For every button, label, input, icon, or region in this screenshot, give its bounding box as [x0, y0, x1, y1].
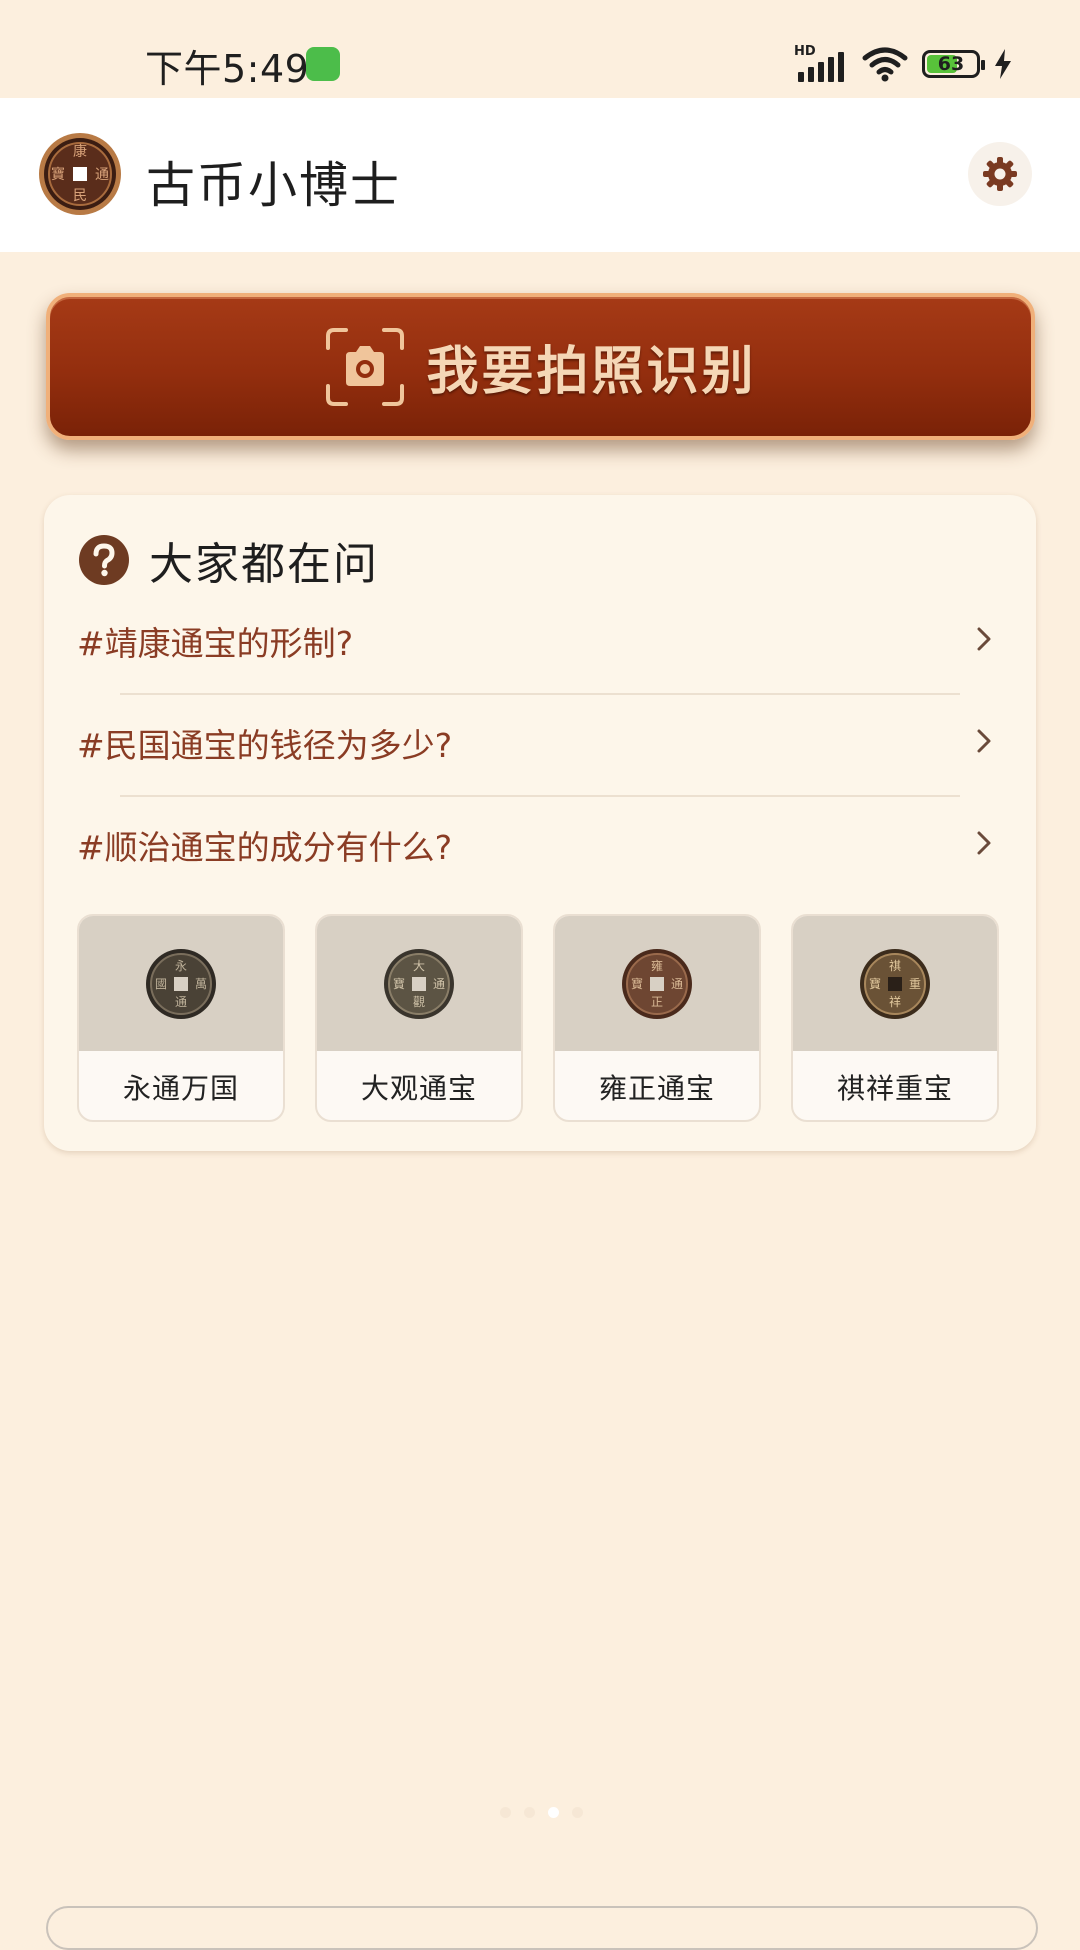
faq-card: 大家都在问 #靖康通宝的形制? #民国通宝的钱径为多少? #顺治通宝的成分有什么… [44, 495, 1036, 1151]
svg-text:寶: 寶 [51, 167, 65, 183]
coin-grid: 永 通 國 萬 永通万国 大 觀 寶 通 大观通宝 雍 正 寶 通 雍正通宝 祺… [77, 914, 999, 1122]
coin-name: 祺祥重宝 [836, 1071, 953, 1105]
app-title: 古币小博士 [146, 157, 402, 214]
coin-name: 大观通宝 [360, 1071, 477, 1105]
page-dot-active[interactable] [548, 1807, 559, 1818]
faq-item[interactable]: #民国通宝的钱径为多少? [44, 691, 1036, 791]
ancient-coin-logo-icon: 康 民 寶 通 [39, 133, 121, 215]
help-icon [79, 535, 129, 585]
faq-item-text: #靖康通宝的形制? [77, 624, 354, 663]
faq-item-text: #顺治通宝的成分有什么? [77, 828, 453, 867]
coin-icon: 大 觀 寶 通 [384, 948, 454, 1019]
svg-text:重: 重 [909, 977, 921, 991]
svg-text:大: 大 [413, 959, 425, 973]
wifi-icon [862, 47, 908, 82]
svg-text:寶: 寶 [631, 976, 643, 991]
coin-image: 大 觀 寶 通 [317, 916, 521, 1051]
svg-text:通: 通 [433, 977, 445, 991]
status-time: 下午5:49 [145, 47, 310, 91]
charging-bolt-icon [995, 49, 1011, 79]
status-icons: HD 63 [794, 42, 1012, 86]
photo-identify-label: 我要拍照识别 [426, 342, 757, 402]
page-dot[interactable] [572, 1807, 583, 1818]
status-bar: 下午5:49 HD 63 [0, 0, 1080, 98]
faq-header: 大家都在问 [79, 528, 379, 592]
cellular-signal-icon: HD [794, 44, 848, 84]
coin-tile[interactable]: 大 觀 寶 通 大观通宝 [315, 914, 523, 1122]
coin-icon: 祺 祥 寶 重 [860, 948, 930, 1019]
page-indicator [500, 1807, 583, 1818]
camera-icon [326, 327, 405, 406]
chevron-right-icon [977, 627, 991, 651]
svg-text:寶: 寶 [393, 976, 405, 991]
coin-tile[interactable]: 永 通 國 萬 永通万国 [77, 914, 285, 1122]
coin-image: 祺 祥 寶 重 [793, 916, 997, 1051]
coin-name: 雍正通宝 [598, 1071, 715, 1105]
faq-item-text: #民国通宝的钱径为多少? [77, 726, 453, 765]
svg-text:萬: 萬 [195, 977, 207, 991]
svg-text:觀: 觀 [413, 995, 425, 1009]
settings-button[interactable] [968, 142, 1032, 206]
chevron-right-icon [977, 729, 991, 753]
coin-tile[interactable]: 雍 正 寶 通 雍正通宝 [553, 914, 761, 1122]
coin-name: 永通万国 [122, 1071, 239, 1105]
gear-icon [983, 157, 1017, 191]
faq-title: 大家都在问 [149, 539, 379, 590]
svg-text:雍: 雍 [651, 958, 663, 973]
svg-text:通: 通 [95, 167, 109, 183]
faq-item[interactable]: #顺治通宝的成分有什么? [44, 793, 1036, 893]
app-header: 康 民 寶 通 古币小博士 [0, 98, 1080, 252]
battery-level: 63 [937, 53, 965, 75]
coin-image: 永 通 國 萬 [79, 916, 283, 1051]
svg-text:永: 永 [175, 959, 187, 973]
coin-tile[interactable]: 祺 祥 寶 重 祺祥重宝 [791, 914, 999, 1122]
coin-icon: 永 通 國 萬 [146, 948, 216, 1019]
svg-text:康: 康 [73, 143, 87, 160]
svg-text:祺: 祺 [889, 959, 901, 973]
battery-icon: 63 [922, 50, 985, 78]
chevron-right-icon [977, 831, 991, 855]
svg-text:國: 國 [155, 977, 167, 991]
coin-icon: 雍 正 寶 通 [622, 948, 692, 1019]
page-dot[interactable] [524, 1807, 535, 1818]
coin-image: 雍 正 寶 通 [555, 916, 759, 1051]
svg-text:祥: 祥 [889, 995, 901, 1009]
svg-text:通: 通 [175, 995, 187, 1009]
svg-text:正: 正 [651, 995, 663, 1009]
bottom-panel [46, 1906, 1038, 1950]
faq-item[interactable]: #靖康通宝的形制? [44, 589, 1036, 689]
notification-app-icon [306, 47, 340, 81]
svg-text:寶: 寶 [869, 976, 881, 991]
photo-identify-button[interactable]: 我要拍照识别 [46, 293, 1035, 440]
svg-text:通: 通 [671, 977, 683, 991]
page-dot[interactable] [500, 1807, 511, 1818]
svg-text:民: 民 [73, 188, 87, 204]
